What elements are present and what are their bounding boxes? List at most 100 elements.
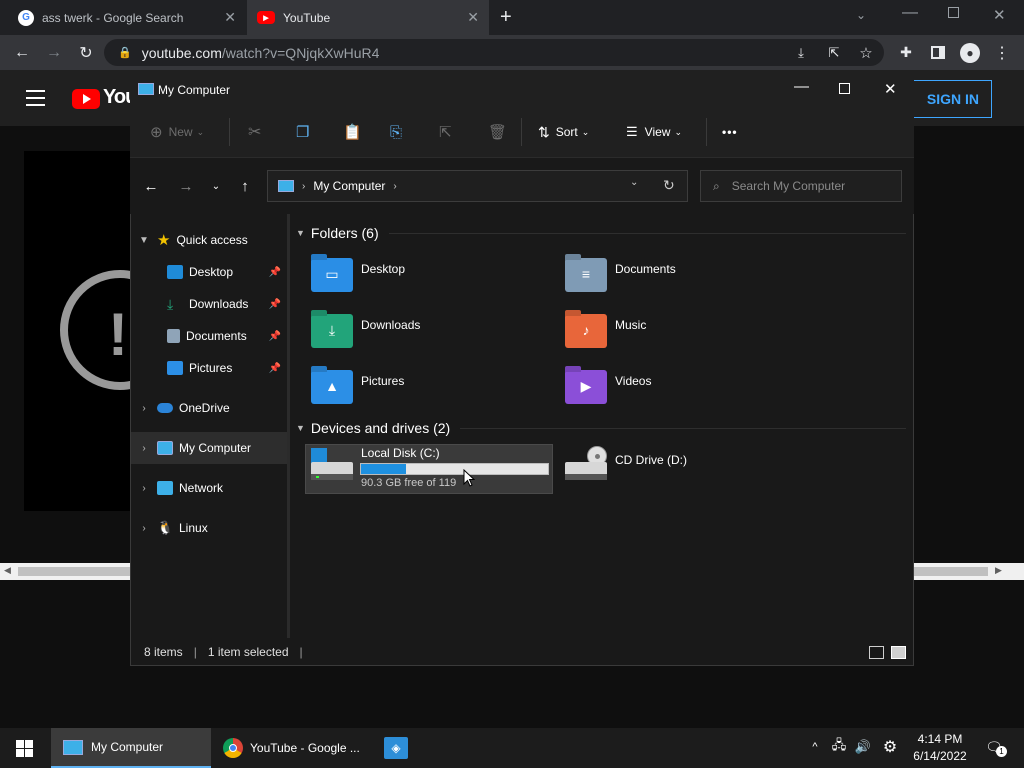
show-hidden-icons-icon[interactable]: ^ [804,736,826,758]
sidebar-item-pictures[interactable]: Pictures 📌 [131,352,287,384]
copy-icon[interactable]: ❐ [296,117,309,147]
cd-drive-icon[interactable] [565,446,607,482]
details-view-icon[interactable] [869,646,884,659]
drive-usage-fill [361,464,406,474]
sidebar-item-linux[interactable]: › 🐧 Linux [131,512,287,544]
refresh-icon[interactable]: ↻ [663,177,675,194]
new-tab-button[interactable]: + [500,6,512,29]
maximize-icon[interactable] [839,83,850,94]
chevron-right-icon[interactable]: › [131,443,157,454]
start-button[interactable] [16,740,33,757]
clock[interactable]: 4:14 PM 6/14/2022 [900,731,980,765]
notifications-icon[interactable]: 🗨 1 [982,736,1007,758]
youtube-logo-icon[interactable] [72,89,100,109]
breadcrumb-location[interactable]: My Computer [313,179,385,193]
new-button[interactable]: ⊕ New ⌄ [150,117,204,147]
close-tab-icon[interactable]: ✕ [224,9,236,26]
back-icon[interactable]: ← [8,35,36,70]
hamburger-menu-icon[interactable] [26,90,45,106]
minimize-icon[interactable]: — [794,78,809,95]
scroll-right-icon[interactable]: ▶ [995,565,1002,576]
folder-videos[interactable]: ▶ Videos [565,370,805,420]
sort-button[interactable]: ⇅ Sort ⌄ [538,117,589,147]
tab-title: YouTube [283,10,331,25]
sign-in-button[interactable]: SIGN IN [910,80,992,118]
chevron-right-icon[interactable]: › [131,483,157,494]
chevron-right-icon[interactable]: › [393,181,396,192]
sidebar-item-downloads[interactable]: ⤓ Downloads 📌 [131,288,287,320]
pane-splitter[interactable] [287,214,290,638]
cut-icon[interactable]: ✂ [248,117,261,147]
side-panel-icon[interactable] [924,35,952,70]
close-window-icon[interactable]: ✕ [993,6,1006,24]
minimize-icon[interactable]: — [902,4,918,22]
profile-icon[interactable]: ● [956,35,984,70]
reload-icon[interactable]: ↻ [72,35,100,70]
share-icon[interactable]: ⇱ [820,35,848,70]
settings-gear-icon[interactable]: ⚙ [879,736,901,758]
folder-downloads[interactable]: ⤓ Downloads [311,314,551,364]
forward-icon[interactable]: → [175,175,197,197]
install-icon[interactable]: ⤓ [787,35,815,70]
view-button[interactable]: ☰ View ⌄ [626,117,682,147]
taskbar-item-app[interactable]: ◈ [384,728,410,768]
folders-group-header[interactable]: ▼ Folders (6) [296,222,906,244]
drive-cd-d-label[interactable]: CD Drive (D:) [615,453,687,467]
bookmark-star-icon[interactable]: ☆ [852,35,880,70]
chevron-right-icon[interactable]: › [131,403,157,414]
folder-documents[interactable]: ≡ Documents [565,258,805,308]
sidebar-item-label: Documents [186,329,247,343]
sidebar-item-label: Desktop [189,265,234,279]
taskbar-item-chrome[interactable]: YouTube - Google ... [213,728,368,768]
pin-icon[interactable]: 📌 [269,331,281,342]
forward-icon[interactable]: → [40,35,68,70]
extensions-icon[interactable]: ✚ [892,35,920,70]
paste-icon[interactable]: 📋 [343,117,362,147]
sidebar-item-documents[interactable]: Documents 📌 [131,320,287,352]
tab-search-icon[interactable]: ⌄ [856,8,866,22]
taskbar-item-my-computer[interactable]: My Computer [51,728,211,768]
chevron-down-icon[interactable]: ▼ [131,235,157,246]
sidebar-item-onedrive[interactable]: › OneDrive [131,392,287,424]
sidebar-item-label: Network [179,481,224,495]
location-bar[interactable]: › My Computer › ⌄ ↻ [267,170,688,202]
pictures-folder-icon: ▲ [311,370,353,404]
folder-pictures[interactable]: ▲ Pictures [311,370,551,420]
large-icons-view-icon[interactable] [891,646,906,659]
close-icon[interactable]: ✕ [884,80,897,98]
browser-menu-icon[interactable]: ⋮ [988,35,1016,70]
rename-icon[interactable]: ⎘ [390,117,402,147]
chevron-right-icon[interactable]: › [131,523,157,534]
restore-icon[interactable] [948,7,959,18]
address-bar[interactable]: 🔒 youtube.com/watch?v=QNjqkXwHuR4 [104,39,884,66]
drives-group-header[interactable]: ▼ Devices and drives (2) [296,417,906,439]
chevron-down-icon[interactable]: ▼ [296,228,305,238]
search-box[interactable]: ⌕ Search My Computer [700,170,902,202]
volume-icon[interactable]: 🔊 [852,736,874,758]
pin-icon[interactable]: 📌 [269,267,281,278]
sidebar-item-quick-access[interactable]: ▼ ★ Quick access [131,224,287,256]
delete-icon[interactable]: 🗑 [488,117,507,147]
sidebar-item-my-computer[interactable]: › My Computer [131,432,287,464]
explorer-title-bar[interactable]: My Computer — ✕ [130,75,914,106]
folder-music[interactable]: ♪ Music [565,314,805,364]
tab-youtube[interactable]: ▶ YouTube ✕ [247,0,489,35]
share-icon[interactable]: ⇱ [439,117,452,147]
recent-locations-icon[interactable]: ⌄ [205,175,227,197]
chevron-down-icon[interactable]: ▼ [296,423,305,433]
up-icon[interactable]: ↑ [234,175,256,197]
more-options-button[interactable]: ••• [722,117,738,147]
tab-google-search[interactable]: G ass twerk - Google Search ✕ [8,0,246,35]
pin-icon[interactable]: 📌 [269,299,281,310]
network-status-icon[interactable]: 🖧 [828,736,850,758]
drive-free-space: 90.3 GB free of 119 [361,477,457,489]
computer-icon [138,83,154,95]
close-tab-icon[interactable]: ✕ [467,9,479,26]
sidebar-item-desktop[interactable]: Desktop 📌 [131,256,287,288]
back-icon[interactable]: ← [140,175,162,197]
folder-desktop[interactable]: ▭ Desktop [311,258,551,308]
sidebar-item-network[interactable]: › Network [131,472,287,504]
pin-icon[interactable]: 📌 [269,363,281,374]
scroll-left-icon[interactable]: ◀ [4,565,11,576]
chevron-down-icon[interactable]: ⌄ [630,177,638,188]
